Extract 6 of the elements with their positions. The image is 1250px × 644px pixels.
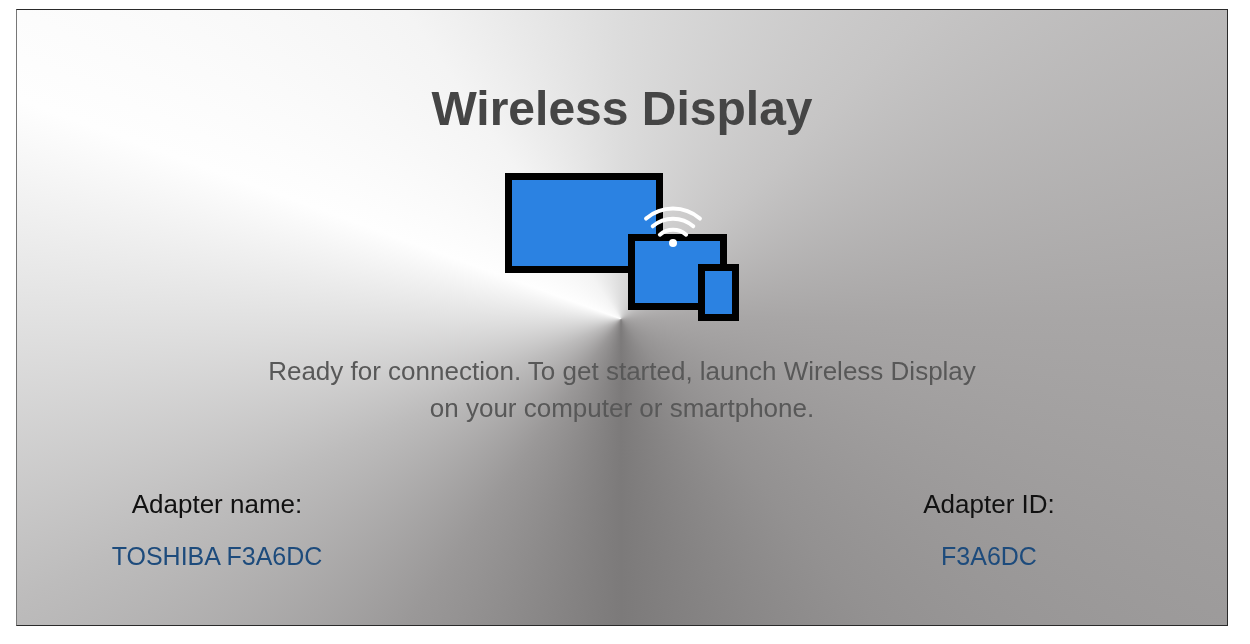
adapter-id-label: Adapter ID: [923,488,1055,521]
adapter-id-value: F3A6DC [941,541,1037,572]
screen-title: Wireless Display [431,81,813,137]
monitor-tablet-phone-icon [505,173,739,321]
adapter-name-label: Adapter name: [131,488,303,521]
adapter-name-value: TOSHIBA F3A6DC [111,541,323,572]
